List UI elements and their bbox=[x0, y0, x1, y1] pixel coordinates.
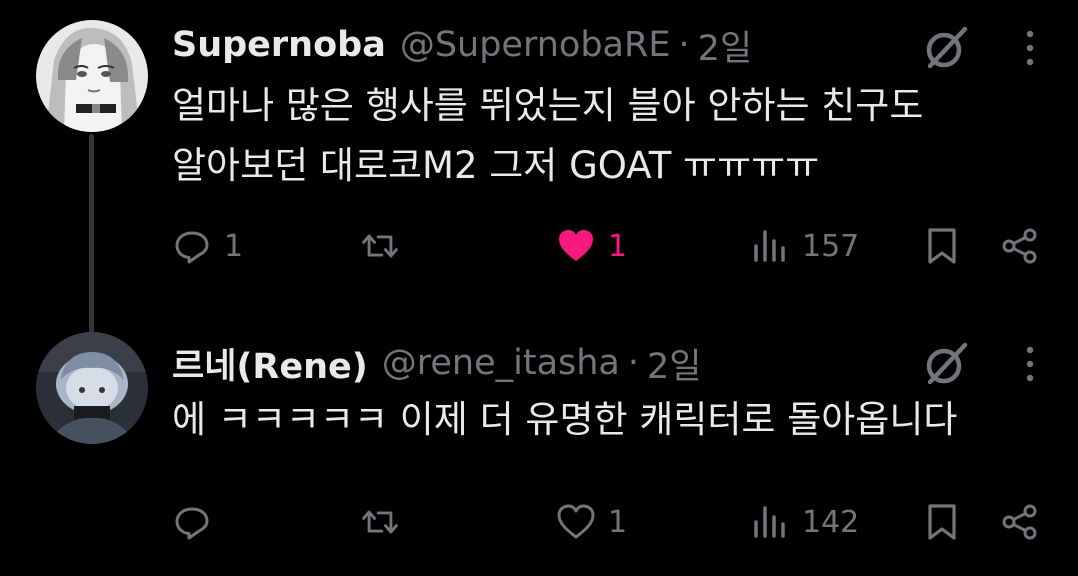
like-button[interactable]: 1 bbox=[556, 494, 627, 550]
more-icon[interactable] bbox=[1020, 28, 1040, 68]
tweet-header: 르네(Rene) @rene_itasha · 2일 bbox=[172, 338, 702, 388]
tweet-text-line: 에 ㅋㅋㅋㅋㅋ 이제 더 유명한 캐릭터로 돌아옵니다 bbox=[172, 398, 958, 441]
tweet[interactable]: Supernoba @SupernobaRE · 2일 얼마나 많은 행사를 뛰… bbox=[0, 0, 1078, 334]
views-icon bbox=[754, 230, 785, 262]
tweet-header: Supernoba @SupernobaRE · 2일 bbox=[172, 20, 752, 70]
timestamp[interactable]: 2일 bbox=[698, 20, 752, 71]
display-name[interactable]: Supernoba bbox=[172, 25, 386, 65]
tweet-text: 얼마나 많은 행사를 뛰었는지 블아 안하는 친구도 알아보던 대로코M2 그저… bbox=[172, 76, 1032, 196]
retweet-icon bbox=[362, 510, 398, 534]
bookmark-button[interactable] bbox=[922, 218, 962, 274]
user-handle[interactable]: @rene_itasha bbox=[382, 343, 620, 383]
action-bar: 1 142 bbox=[0, 494, 1078, 550]
reply-icon bbox=[175, 231, 209, 264]
user-handle[interactable]: @SupernobaRE bbox=[400, 25, 671, 65]
retweet-button[interactable] bbox=[360, 218, 412, 274]
grok-icon[interactable] bbox=[922, 340, 970, 388]
views-button[interactable]: 142 bbox=[750, 494, 859, 550]
like-count: 1 bbox=[608, 228, 628, 264]
views-button[interactable]: 157 bbox=[750, 218, 859, 274]
view-count: 157 bbox=[802, 228, 860, 264]
reply-count: 1 bbox=[224, 228, 244, 264]
heart-icon bbox=[559, 230, 593, 261]
action-bar: 1 1 157 bbox=[0, 218, 1078, 274]
like-button[interactable]: 1 bbox=[556, 218, 627, 274]
retweet-icon bbox=[362, 234, 398, 258]
tweet-text-line: 얼마나 많은 행사를 뛰었는지 블아 안하는 친구도 bbox=[172, 84, 924, 127]
share-button[interactable] bbox=[1000, 494, 1040, 550]
view-count: 142 bbox=[802, 504, 860, 540]
avatar[interactable] bbox=[36, 332, 148, 444]
bookmark-icon bbox=[928, 504, 956, 540]
like-count: 1 bbox=[608, 504, 628, 540]
tweet-text: 에 ㅋㅋㅋㅋㅋ 이제 더 유명한 캐릭터로 돌아옵니다 bbox=[172, 390, 1032, 450]
share-icon bbox=[1002, 504, 1037, 540]
share-icon bbox=[1002, 228, 1037, 264]
separator: · bbox=[678, 25, 690, 65]
reply-icon bbox=[175, 507, 209, 540]
more-icon[interactable] bbox=[1020, 344, 1040, 384]
display-name[interactable]: 르네(Rene) bbox=[172, 338, 368, 389]
separator: · bbox=[627, 343, 640, 383]
retweet-button[interactable] bbox=[360, 494, 412, 550]
tweet[interactable]: 르네(Rene) @rene_itasha · 2일 에 ㅋㅋㅋㅋㅋ 이제 더 … bbox=[0, 320, 1078, 576]
grok-icon[interactable] bbox=[922, 24, 970, 72]
bookmark-icon bbox=[928, 228, 956, 264]
share-button[interactable] bbox=[1000, 218, 1040, 274]
reply-button[interactable]: 1 bbox=[172, 218, 243, 274]
reply-button[interactable] bbox=[172, 494, 224, 550]
bookmark-button[interactable] bbox=[922, 494, 962, 550]
tweet-text-line: 알아보던 대로코M2 그저 GOAT ㅠㅠㅠㅠ bbox=[172, 144, 820, 187]
timestamp[interactable]: 2일 bbox=[647, 338, 701, 389]
avatar[interactable] bbox=[36, 20, 148, 132]
views-icon bbox=[754, 506, 785, 538]
heart-icon bbox=[557, 504, 595, 539]
